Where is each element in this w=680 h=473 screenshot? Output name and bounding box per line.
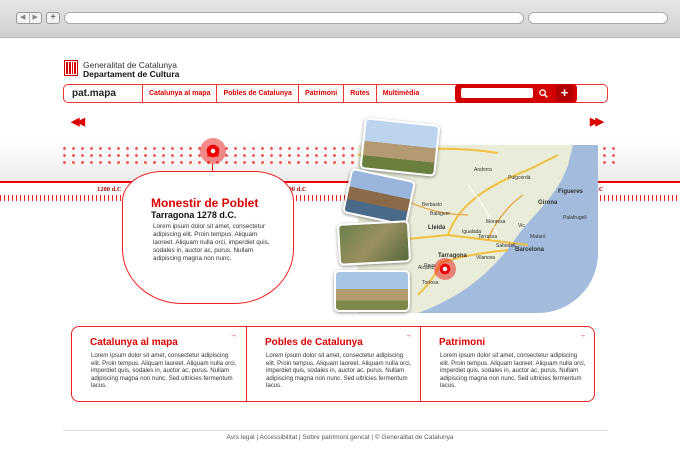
card-title[interactable]: Patrimoni [439, 337, 485, 348]
feature-bubble: Monestir de Poblet Tarragona 1278 d.C. L… [122, 171, 294, 304]
feature-title[interactable]: Monestir de Poblet [151, 196, 258, 210]
card-text: Lorem ipsum dolor sit amet, consectetur … [91, 352, 237, 390]
card-text: Lorem ipsum dolor sit amet, consectetur … [266, 352, 412, 390]
photo-castle[interactable] [334, 270, 410, 312]
search-box: + [455, 84, 577, 103]
map-label: Mataró [530, 234, 546, 240]
map-label: Puigcerdà [508, 175, 531, 181]
map-label: Tortosa [422, 280, 439, 286]
card-title[interactable]: Catalunya al mapa [90, 337, 178, 348]
card-pobles[interactable]: Pobles de Catalunya Lorem ipsum dolor si… [247, 327, 422, 401]
address-bar[interactable] [64, 12, 524, 24]
department-name: Departament de Cultura [83, 69, 180, 79]
arrow-right-icon[interactable]: → [405, 332, 412, 339]
map-label: Igualada [462, 229, 482, 235]
map-label: Andorra [474, 167, 492, 173]
forward-button[interactable]: ▶ [30, 13, 42, 23]
map-label: Manresa [486, 219, 506, 225]
photo-monastery[interactable] [359, 117, 441, 177]
search-input[interactable] [461, 88, 533, 98]
map-label: Berbasto [422, 202, 443, 208]
menu-item-catalunya-al-mapa[interactable]: Catalunya al mapa [142, 85, 216, 102]
timeline-prev-icon[interactable]: ◀◀ [71, 115, 85, 128]
footer-divider [63, 430, 608, 431]
feature-subtitle: Tarragona 1278 d.C. [151, 210, 237, 220]
arrow-right-icon[interactable]: → [230, 332, 237, 339]
site-brand[interactable]: pat.mapa [72, 88, 116, 99]
feature-text: Lorem ipsum dolor sit amet, consectetur … [153, 223, 270, 263]
main-navbar: pat.mapa Catalunya al mapa Pobles de Cat… [63, 84, 608, 103]
browser-search-bar[interactable] [528, 12, 668, 24]
search-button[interactable] [535, 86, 551, 100]
card-patrimoni[interactable]: Patrimoni Lorem ipsum dolor sit amet, co… [421, 327, 596, 401]
map-label: Alcañiz [418, 265, 435, 271]
map-label: Palafrugell [563, 215, 587, 221]
map-label: Girona [538, 200, 558, 206]
new-tab-button[interactable]: + [46, 12, 60, 24]
menu-item-rutes[interactable]: Rutes [343, 85, 375, 102]
back-button[interactable]: ◀ [17, 13, 30, 23]
map-location-pin[interactable] [434, 258, 456, 280]
map-label: Balaguer [430, 211, 451, 217]
search-icon [538, 89, 548, 98]
main-menu: Catalunya al mapa Pobles de Catalunya Pa… [142, 85, 425, 102]
map-label: Lleida [428, 225, 446, 231]
arrow-right-icon[interactable]: → [579, 332, 586, 339]
menu-item-patrimoni[interactable]: Patrimoni [297, 85, 343, 102]
photo-aerial[interactable] [336, 220, 412, 266]
generalitat-logo[interactable] [64, 60, 78, 76]
map-label: Vilanova [476, 255, 496, 261]
timeline-next-icon[interactable]: ▶▶ [590, 115, 604, 128]
map-label: Barcelona [515, 247, 545, 253]
footer-links[interactable]: Avís legal | Accessibilitat | Sobre patr… [0, 434, 680, 441]
menu-item-pobles[interactable]: Pobles de Catalunya [216, 85, 297, 102]
menu-item-multimedia[interactable]: Multimèdia [375, 85, 426, 102]
browser-nav-buttons: ◀ ▶ [16, 12, 42, 24]
info-cards: Catalunya al mapa Lorem ipsum dolor sit … [71, 326, 595, 402]
card-text: Lorem ipsum dolor sit amet, consectetur … [440, 352, 586, 390]
map-label: Figueres [558, 189, 584, 195]
map-label: Vic [518, 223, 525, 229]
timeline-marker[interactable] [200, 138, 226, 164]
card-title[interactable]: Pobles de Catalunya [265, 337, 363, 348]
add-button[interactable]: + [556, 85, 573, 101]
browser-toolbar: ◀ ▶ + [0, 0, 680, 38]
map-label: Sabadell [496, 243, 516, 249]
card-catalunya-al-mapa[interactable]: Catalunya al mapa Lorem ipsum dolor sit … [72, 327, 247, 401]
year-label-1200: 1200 d.C [97, 186, 122, 193]
